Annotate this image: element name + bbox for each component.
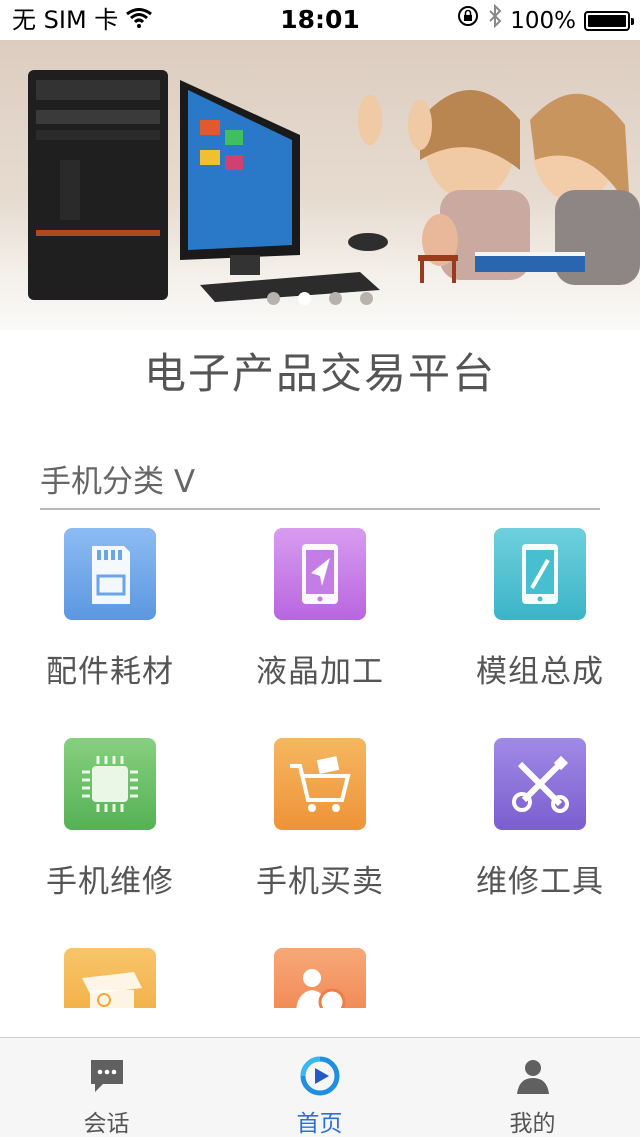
phone-send-icon [274, 528, 366, 620]
tab-label: 会话 [83, 1111, 130, 1137]
category-item[interactable] [0, 948, 220, 1008]
category-label: 配件耗材 [46, 654, 174, 690]
sd-card-icon [64, 528, 156, 620]
rotation-lock-icon [456, 4, 480, 37]
bluetooth-icon [488, 3, 502, 37]
battery-icon [584, 10, 634, 31]
category-item[interactable]: 手机买卖 [210, 738, 430, 901]
chat-icon [87, 1056, 127, 1096]
banner-image [28, 70, 640, 302]
category-item[interactable] [210, 948, 430, 1008]
category-dropdown[interactable]: 手机分类 V [40, 458, 600, 510]
box-icon [64, 948, 156, 1008]
carousel-dot[interactable] [329, 292, 342, 305]
tab-chat[interactable]: 会话 [0, 1038, 213, 1137]
tab-profile[interactable]: 我的 [426, 1038, 639, 1137]
home-logo-icon [300, 1056, 340, 1096]
phone-screwdriver-icon [494, 528, 586, 620]
carousel-dot[interactable] [267, 292, 280, 305]
bottom-tab-bar: 会话 首页 我的 [0, 1037, 640, 1137]
chip-icon [64, 738, 156, 830]
carousel-dot[interactable] [360, 292, 373, 305]
tab-home[interactable]: 首页 [213, 1038, 426, 1137]
tab-label: 首页 [296, 1111, 343, 1137]
shopping-cart-icon [274, 738, 366, 830]
carousel-dot-active[interactable] [298, 292, 311, 305]
category-item[interactable]: 维修工具 [430, 738, 640, 901]
category-label: 手机买卖 [256, 864, 384, 900]
status-right: 100% [456, 3, 634, 37]
user-icon [513, 1056, 553, 1096]
status-bar: 无 SIM 卡 18:01 100% [0, 0, 640, 40]
category-item[interactable]: 配件耗材 [0, 528, 220, 691]
platform-title: 电子产品交易平台 [143, 349, 496, 398]
banner-carousel[interactable] [0, 40, 640, 330]
category-label: 液晶加工 [256, 654, 384, 690]
category-label: 维修工具 [476, 864, 604, 900]
category-item[interactable]: 模组总成 [430, 528, 640, 691]
category-item[interactable]: 液晶加工 [210, 528, 430, 691]
category-item[interactable]: 手机维修 [0, 738, 220, 901]
person-icon [274, 948, 366, 1008]
battery-percent: 100% [510, 7, 576, 34]
carousel-dots [0, 292, 640, 305]
wrench-screwdriver-icon [494, 738, 586, 830]
tab-label: 我的 [509, 1111, 556, 1137]
category-label: 手机维修 [46, 864, 174, 900]
category-label: 模组总成 [476, 654, 604, 690]
